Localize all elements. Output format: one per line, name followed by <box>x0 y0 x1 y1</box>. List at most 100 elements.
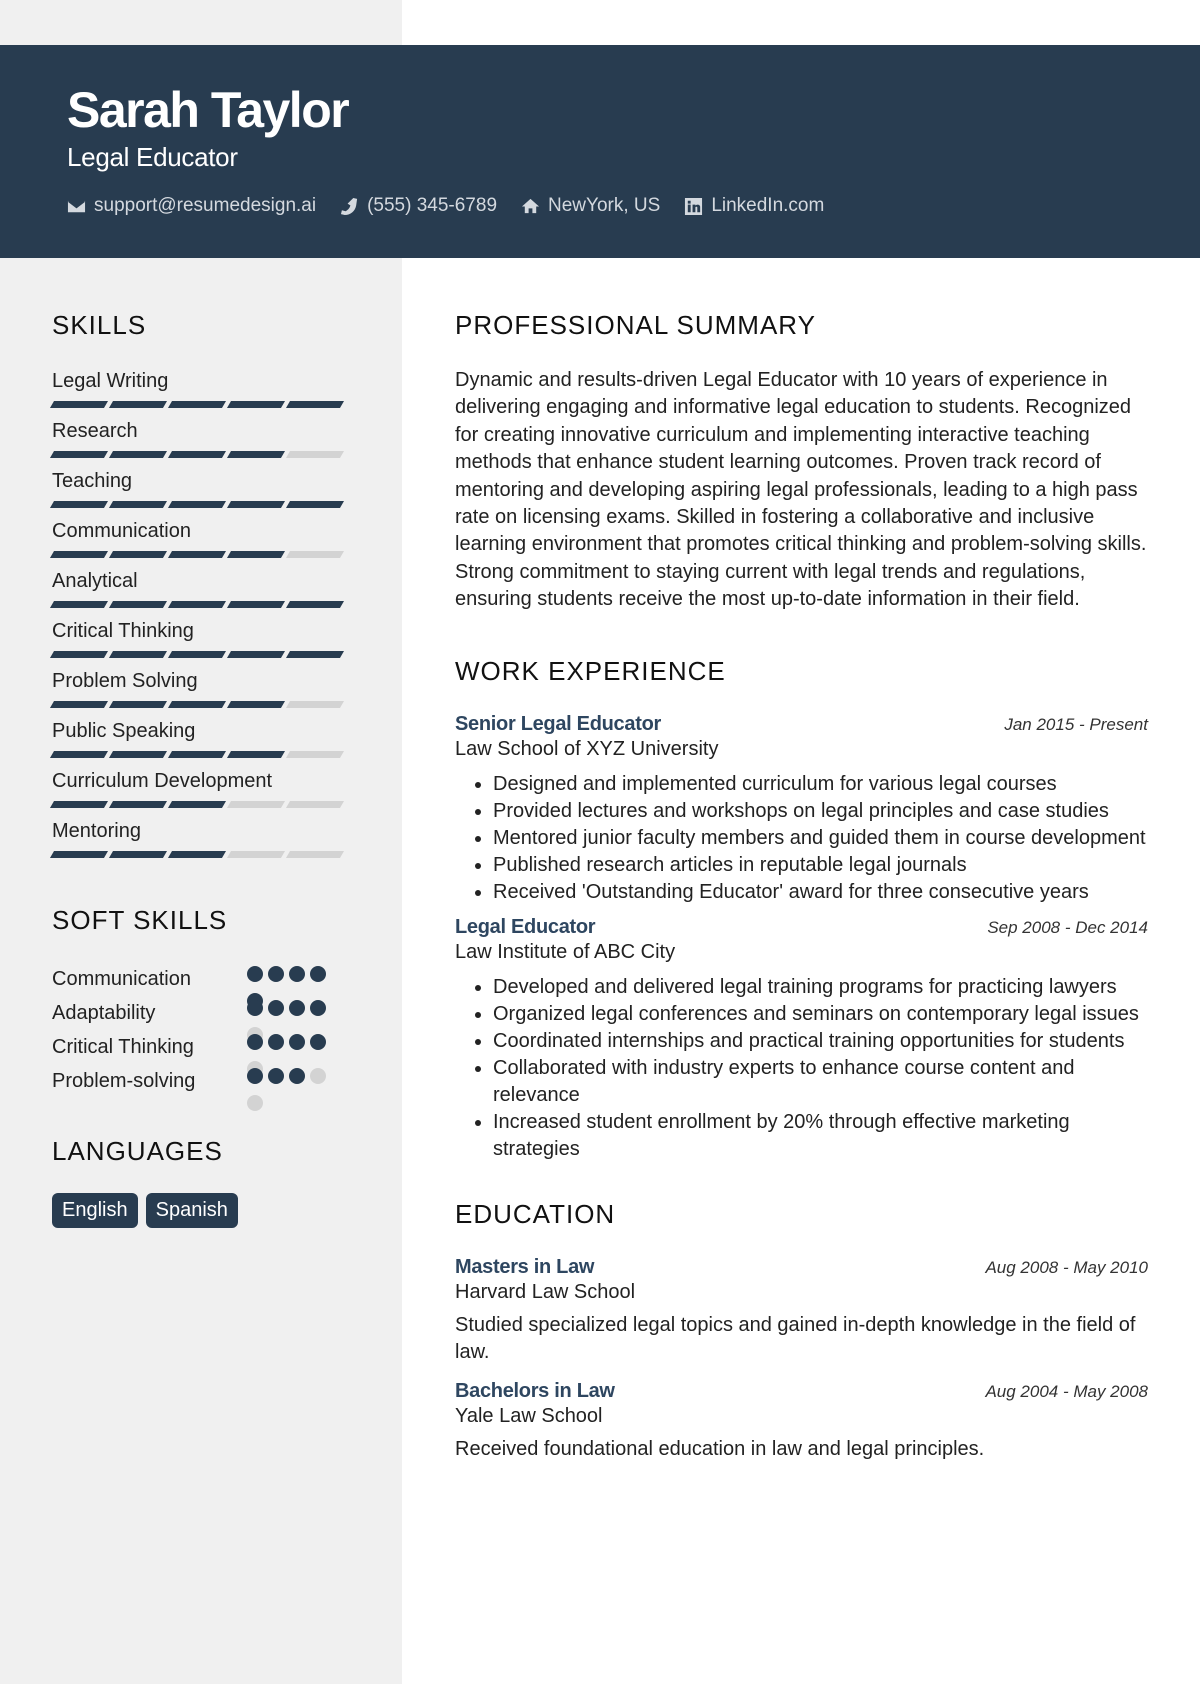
rating-segment-filled <box>167 801 227 808</box>
skill-rating-bar <box>49 846 352 867</box>
rating-segment-filled <box>167 451 227 458</box>
rating-segment-filled <box>167 601 227 608</box>
rating-segment-filled <box>226 651 286 658</box>
skill-item: Mentoring <box>49 817 352 867</box>
degree-title: Masters in Law <box>455 1255 595 1278</box>
envelope-icon <box>67 200 86 212</box>
candidate-role: Legal Educator <box>67 142 238 172</box>
rating-segment-filled <box>108 601 168 608</box>
rating-segment-filled <box>285 651 345 658</box>
skill-item: Critical Thinking <box>49 617 352 667</box>
rating-segment-filled <box>49 701 109 708</box>
rating-dot-filled <box>268 1033 284 1050</box>
sidebar: SKILLS Legal Writing Research Teaching Comm… <box>49 310 352 1228</box>
skill-item: Public Speaking <box>49 717 352 767</box>
rating-segment-filled <box>226 401 286 408</box>
contact-phone-text: (555) 345-6789 <box>367 195 498 216</box>
education-description: Studied specialized legal topics and gai… <box>455 1313 1136 1363</box>
bullet-item: Designed and implemented curriculum for … <box>493 771 1148 798</box>
rating-segment-filled <box>285 501 345 508</box>
summary-text: Dynamic and results-driven Legal Educato… <box>455 369 1147 611</box>
rating-dot-filled <box>247 1067 263 1084</box>
bullet-item: Received 'Outstanding Educator' award fo… <box>493 879 1148 906</box>
education-heading: EDUCATION <box>455 1198 616 1229</box>
rating-dot-filled <box>310 965 326 982</box>
phone-icon <box>341 197 358 215</box>
rating-dot-empty <box>310 1067 326 1084</box>
bullet-item: Developed and delivered legal training p… <box>493 974 1148 1001</box>
rating-dot-filled <box>268 1067 284 1084</box>
skill-item: Curriculum Development <box>49 767 352 817</box>
rating-segment-filled <box>108 701 168 708</box>
rating-segment-filled <box>226 551 286 558</box>
rating-segment-filled <box>167 751 227 758</box>
soft-skills-heading: SOFT SKILLS <box>52 905 228 935</box>
rating-segment-filled <box>49 851 109 858</box>
languages-list: English Spanish <box>52 1193 352 1228</box>
rating-segment-filled <box>226 701 286 708</box>
rating-segment-filled <box>108 401 168 408</box>
contact-location[interactable]: NewYork, US <box>521 195 660 217</box>
rating-segment-empty <box>226 851 286 858</box>
soft-skill-item: Communication <box>52 962 352 1009</box>
rating-segment-filled <box>49 501 109 508</box>
bullet-item: Published research articles in reputable… <box>493 852 1148 879</box>
rating-segment-filled <box>49 401 109 408</box>
rating-segment-filled <box>108 451 168 458</box>
school-name: Yale Law School <box>455 1404 603 1427</box>
rating-segment-empty <box>285 701 345 708</box>
soft-skill-item: Critical Thinking <box>52 1030 352 1077</box>
job-title: Legal Educator <box>455 915 596 938</box>
job-date: Sep 2008 - Dec 2014 <box>987 917 1148 937</box>
contact-phone[interactable]: (555) 345-6789 <box>340 195 497 217</box>
education-date: Aug 2008 - May 2010 <box>985 1257 1148 1277</box>
rating-dot-filled <box>289 1033 305 1050</box>
job-organization: Law Institute of ABC City <box>455 940 676 963</box>
skills-list: Legal Writing Research Teaching Communicati… <box>49 367 352 867</box>
skill-name: Communication <box>52 520 191 542</box>
soft-skills-section: SOFT SKILLS Communication Adaptability Cri… <box>52 905 352 1111</box>
experience-heading: WORK EXPERIENCE <box>455 655 726 686</box>
skill-item: Legal Writing <box>49 367 352 417</box>
experience-header: Legal Educator Sep 2008 - Dec 2014 <box>455 916 1148 939</box>
education-entry: Bachelors in Law Aug 2004 - May 2008 Yale … <box>455 1380 1148 1463</box>
rating-segment-filled <box>167 851 227 858</box>
languages-heading: LANGUAGES <box>52 1136 223 1166</box>
skill-name: Legal Writing <box>52 370 169 392</box>
rating-dot-filled <box>268 999 284 1016</box>
summary-section: PROFESSIONAL SUMMARY Dynamic and results… <box>455 310 1148 614</box>
soft-skills-list: Communication Adaptability Critical Thinki… <box>52 962 352 1111</box>
skill-name: Problem Solving <box>52 670 198 692</box>
rating-segment-filled <box>49 801 109 808</box>
rating-segment-empty <box>285 801 345 808</box>
skill-item: Teaching <box>49 467 352 517</box>
job-bullets: Designed and implemented curriculum for … <box>493 771 1148 906</box>
rating-segment-filled <box>226 601 286 608</box>
skill-name: Research <box>52 420 138 442</box>
rating-segment-filled <box>108 501 168 508</box>
contact-email[interactable]: support@resumedesign.ai <box>67 195 316 217</box>
skill-rating-bar <box>49 496 352 517</box>
bullet-item: Organized legal conferences and seminars… <box>493 1001 1148 1028</box>
summary-heading: PROFESSIONAL SUMMARY <box>455 310 816 340</box>
skills-heading: SKILLS <box>52 310 147 340</box>
rating-segment-empty <box>285 751 345 758</box>
rating-segment-filled <box>285 601 345 608</box>
skill-rating-bar <box>49 446 352 467</box>
education-date: Aug 2004 - May 2008 <box>985 1381 1148 1401</box>
soft-skill-name: Problem-solving <box>52 1069 196 1092</box>
rating-segment-filled <box>226 451 286 458</box>
education-section: EDUCATION Masters in Law Aug 2008 - May 2… <box>455 1199 1148 1463</box>
soft-skill-name: Critical Thinking <box>52 1035 194 1058</box>
degree-title: Bachelors in Law <box>455 1379 615 1402</box>
rating-segment-filled <box>49 451 109 458</box>
skill-name: Teaching <box>52 470 133 492</box>
skill-item: Problem Solving <box>49 667 352 717</box>
experience-list: Senior Legal Educator Jan 2015 - Present L… <box>455 713 1148 1163</box>
skill-name: Curriculum Development <box>52 770 273 792</box>
rating-segment-filled <box>167 401 227 408</box>
rating-dot-filled <box>310 999 326 1016</box>
contact-linkedin[interactable]: LinkedIn.com <box>684 195 824 217</box>
job-title: Senior Legal Educator <box>455 712 661 735</box>
education-header: Bachelors in Law Aug 2004 - May 2008 <box>455 1380 1148 1403</box>
